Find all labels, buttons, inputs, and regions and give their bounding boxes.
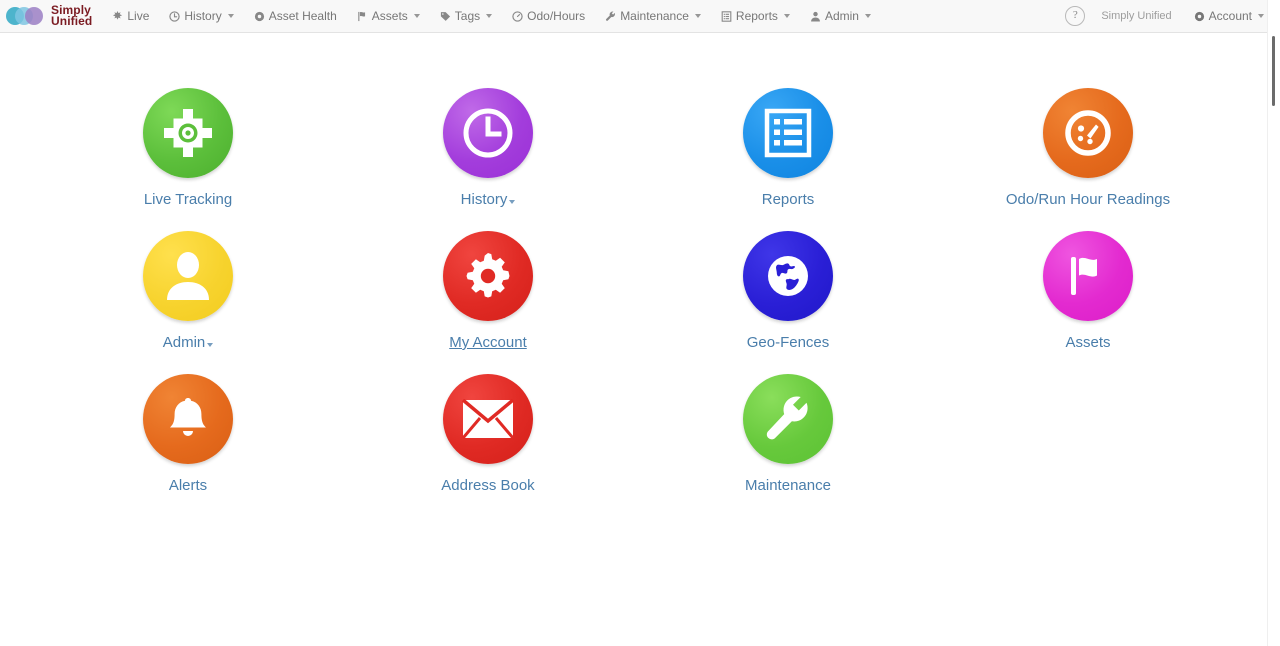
page-scrollbar[interactable] — [1267, 0, 1280, 646]
gear-icon — [1194, 11, 1205, 22]
gauge-icon — [512, 10, 523, 22]
top-navbar: Simply Unified Live History Asset Health — [0, 0, 1280, 33]
nav-item-label: Odo/Hours — [527, 9, 586, 23]
tile-label: Odo/Run Hour Readings — [1005, 191, 1171, 208]
brand-logo[interactable]: Simply Unified — [0, 0, 102, 32]
chevron-down-icon — [694, 14, 701, 18]
tile-label: My Account — [449, 334, 527, 351]
tile-icon-circle — [443, 231, 533, 321]
nav-item-maintenance[interactable]: Maintenance — [595, 0, 711, 33]
tile-label: History — [461, 191, 516, 209]
gear-icon — [466, 253, 510, 298]
tag-icon — [440, 11, 451, 22]
chevron-down-icon — [509, 200, 516, 204]
navbar-right-group: ? Simply Unified Account — [1065, 0, 1280, 32]
tile-address-book[interactable]: Address Book — [338, 374, 638, 495]
tile-my-account[interactable]: My Account — [338, 231, 638, 352]
tile-label: Assets — [1065, 334, 1111, 351]
tile-icon-circle — [143, 88, 233, 178]
user-icon — [167, 252, 209, 300]
tile-icon-circle — [1043, 88, 1133, 178]
report-list-icon — [764, 108, 812, 158]
nav-item-label: Asset Health — [268, 9, 337, 23]
tile-label: Address Book — [441, 477, 535, 494]
clock-icon — [169, 10, 181, 22]
tile-icon-circle — [1043, 231, 1133, 321]
nav-item-tags[interactable]: Tags — [430, 0, 502, 33]
tile-label: Maintenance — [745, 477, 831, 494]
tile-alerts[interactable]: Alerts — [38, 374, 338, 495]
tile-history[interactable]: History — [338, 88, 638, 209]
tile-grid: Live Tracking History Reports Odo/Run Ho… — [0, 88, 1268, 495]
tile-maintenance[interactable]: Maintenance — [638, 374, 938, 495]
nav-item-admin[interactable]: Admin — [800, 0, 881, 33]
scrollbar-thumb[interactable] — [1272, 36, 1275, 106]
tile-icon-circle — [743, 88, 833, 178]
tile-icon-circle — [743, 374, 833, 464]
tile-icon-circle — [743, 231, 833, 321]
clock-icon — [463, 108, 513, 158]
flag-icon — [357, 11, 368, 22]
brand-name: Simply Unified — [51, 4, 93, 28]
nav-item-history[interactable]: History — [159, 0, 243, 33]
bell-icon — [170, 398, 206, 436]
chevron-down-icon — [207, 343, 214, 347]
tile-assets[interactable]: Assets — [938, 231, 1238, 352]
gauge-icon — [1065, 110, 1111, 156]
chevron-down-icon — [864, 14, 871, 18]
nav-item-asset-health[interactable]: Asset Health — [244, 0, 347, 33]
tile-odo-run-hour-readings[interactable]: Odo/Run Hour Readings — [938, 88, 1238, 209]
flag-icon — [1071, 257, 1097, 295]
chevron-down-icon — [227, 14, 234, 18]
tile-label: Alerts — [168, 477, 208, 494]
help-circle-icon[interactable]: ? — [1065, 6, 1086, 26]
brand-name-line2: Unified — [51, 14, 93, 28]
envelope-icon — [462, 399, 514, 439]
chevron-down-icon — [413, 14, 420, 18]
chevron-down-icon — [486, 14, 493, 18]
nav-item-label: Live — [127, 9, 150, 23]
globe-icon — [768, 256, 808, 296]
user-icon — [810, 11, 821, 22]
wrench-icon — [766, 396, 808, 440]
nav-item-label: Tags — [454, 9, 481, 23]
tile-admin[interactable]: Admin — [38, 231, 338, 352]
nav-item-label: Reports — [735, 9, 778, 23]
nav-item-assets[interactable]: Assets — [347, 0, 430, 33]
tile-label: Admin — [163, 334, 214, 352]
tile-geo-fences[interactable]: Geo-Fences — [638, 231, 938, 352]
tile-label: Geo-Fences — [746, 334, 830, 351]
gear-icon — [254, 11, 265, 22]
report-icon — [721, 10, 732, 22]
navbar-items: Live History Asset Health Assets Tags Od… — [102, 0, 1065, 32]
tile-label: Live Tracking — [143, 191, 233, 208]
nav-item-account[interactable]: Account — [1184, 0, 1274, 33]
nav-item-reports[interactable]: Reports — [711, 0, 800, 33]
tile-reports[interactable]: Reports — [638, 88, 938, 209]
nav-item-label: Assets — [371, 9, 408, 23]
tile-icon-circle — [143, 231, 233, 321]
tile-label: Reports — [761, 191, 815, 208]
tile-icon-circle — [443, 374, 533, 464]
nav-item-label: Maintenance — [620, 9, 689, 23]
tile-icon-circle — [443, 88, 533, 178]
nav-item-odo-hours[interactable]: Odo/Hours — [502, 0, 595, 33]
navbar-username: Simply Unified — [1101, 10, 1172, 22]
nav-item-label: Account — [1208, 9, 1252, 23]
crosshair-target-icon — [164, 109, 212, 157]
nav-item-live[interactable]: Live — [102, 0, 159, 33]
nav-item-label: Admin — [824, 9, 859, 23]
tile-icon-circle — [143, 374, 233, 464]
logo-circles-icon — [6, 5, 46, 27]
chevron-down-icon — [783, 14, 790, 18]
chevron-down-icon — [1258, 14, 1264, 18]
wrench-icon — [605, 11, 616, 22]
tile-live-tracking[interactable]: Live Tracking — [38, 88, 338, 209]
compass-icon — [112, 10, 123, 22]
nav-item-label: History — [184, 9, 222, 23]
dashboard-content: Live Tracking History Reports Odo/Run Ho… — [0, 33, 1268, 495]
